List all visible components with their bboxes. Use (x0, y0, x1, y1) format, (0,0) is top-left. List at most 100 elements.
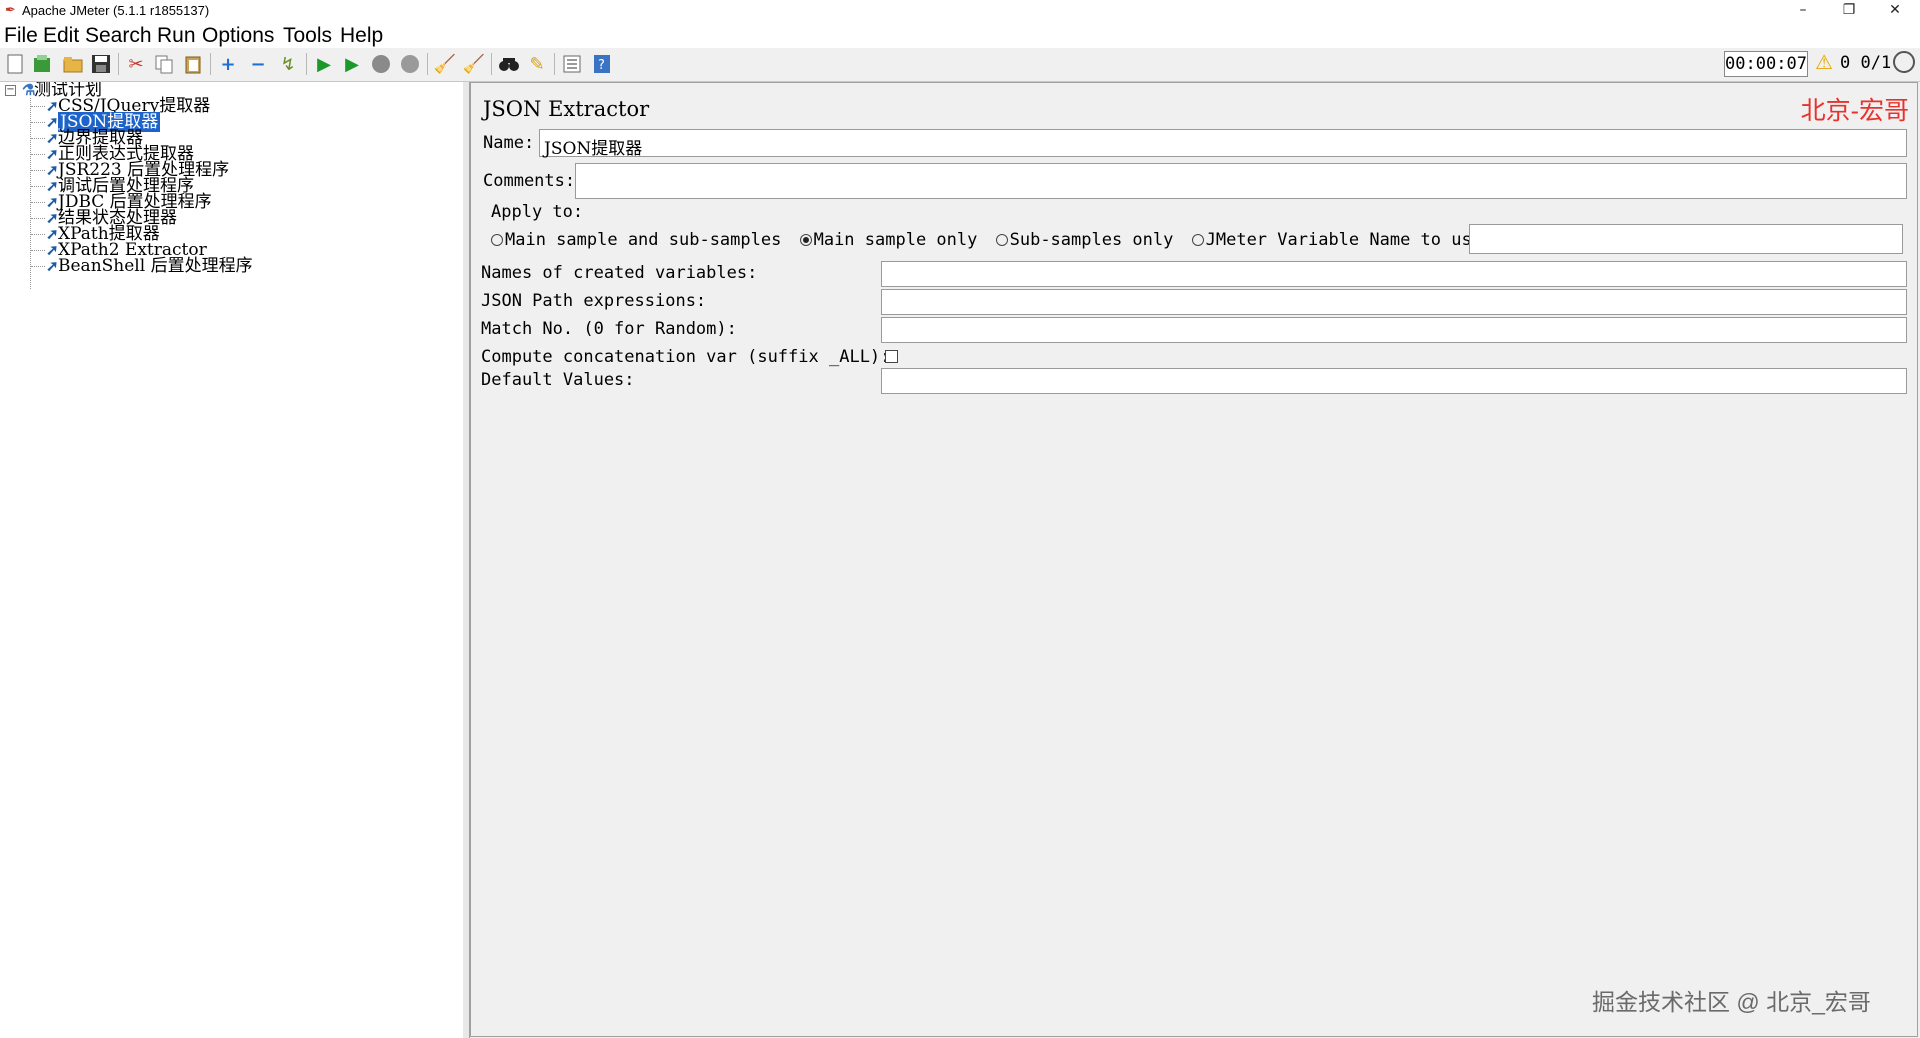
match-no-label: Match No. (0 for Random): (481, 319, 737, 339)
toolbar-separator (491, 53, 492, 75)
tree-guide-line (31, 234, 45, 235)
community-watermark: 掘金技术社区 @ 北京_宏哥 (1592, 989, 1871, 1015)
radio-indicator (995, 234, 1008, 246)
post-processor-icon: ➚ (46, 209, 59, 227)
radio-indicator (1191, 234, 1204, 246)
toolbar-separator (306, 53, 307, 75)
tree-guide-line (31, 106, 45, 107)
cut-icon[interactable]: ✂ (124, 52, 148, 76)
toggle-icon[interactable]: ↯ (276, 52, 300, 76)
collapse-icon[interactable]: − (246, 52, 270, 76)
post-processor-icon: ➚ (46, 97, 59, 115)
warning-count: 0 (1840, 53, 1851, 73)
post-processor-icon: ➚ (46, 257, 59, 275)
tree-guide-line (31, 186, 45, 187)
menu-tools[interactable]: Tools (283, 24, 332, 48)
jmeter-feather-icon: ✒ (5, 3, 16, 18)
shutdown-icon[interactable] (398, 52, 422, 76)
toolbar-separator (210, 53, 211, 75)
menu-run[interactable]: Run (157, 24, 196, 48)
help-icon[interactable]: ? (590, 52, 614, 76)
apply-sub-only-radio[interactable]: Sub-samples only (995, 230, 1173, 250)
reset-search-icon[interactable]: ✎ (525, 52, 549, 76)
names-of-variables-label: Names of created variables: (481, 263, 758, 283)
expand-icon[interactable]: + (216, 52, 240, 76)
function-helper-icon[interactable] (560, 52, 584, 76)
tree-guide-line (31, 202, 45, 203)
test-plan-icon: ⚗ (22, 82, 36, 99)
toolbar-separator (118, 53, 119, 75)
minimize-button[interactable]: – (1780, 0, 1826, 22)
concatenation-checkbox[interactable] (885, 350, 898, 363)
tree-guide-line (31, 218, 45, 219)
radio-indicator (799, 234, 812, 246)
post-processor-icon: ➚ (46, 193, 59, 211)
thread-counts: 0 0/1 (1840, 53, 1891, 73)
remote-globe-icon[interactable] (1893, 51, 1915, 73)
names-of-variables-field[interactable] (881, 261, 1907, 287)
comments-label: Comments: (483, 171, 576, 191)
menu-search[interactable]: Search (85, 24, 152, 48)
default-values-field[interactable] (881, 368, 1907, 394)
start-no-pause-icon[interactable]: ▶ (340, 52, 364, 76)
post-processor-icon: ➚ (46, 145, 59, 163)
clear-all-icon[interactable]: 🧹 (462, 52, 486, 76)
match-no-field[interactable] (881, 317, 1907, 343)
json-extractor-panel: JSON Extractor 北京-宏哥 Name: JSON提取器 Comme… (470, 82, 1918, 1037)
post-processor-icon: ➚ (46, 177, 59, 195)
menu-edit[interactable]: Edit (43, 24, 79, 48)
tree-guide-line (31, 266, 45, 267)
name-field[interactable]: JSON提取器 (539, 129, 1907, 159)
tree-guide-line (31, 154, 45, 155)
apply-variable-radio[interactable]: JMeter Variable Name to use (1191, 230, 1482, 250)
author-watermark: 北京-宏哥 (1800, 97, 1909, 125)
post-processor-icon: ➚ (46, 113, 59, 131)
tree-guide-line (31, 170, 45, 171)
search-icon[interactable] (497, 52, 521, 76)
variable-name-field[interactable] (1469, 224, 1903, 254)
stop-icon[interactable] (369, 52, 393, 76)
comments-field[interactable] (575, 163, 1907, 199)
save-icon[interactable] (89, 52, 113, 76)
start-icon[interactable]: ▶ (312, 52, 336, 76)
templates-icon[interactable] (30, 52, 54, 76)
open-icon[interactable] (61, 52, 85, 76)
new-icon[interactable] (3, 52, 27, 76)
json-path-label: JSON Path expressions: (481, 291, 707, 311)
test-plan-tree[interactable]: − ⚗测试计划 ➚CSS/JQuery提取器 ➚JSON提取器 ➚边界提取器 ➚正则表… (0, 82, 464, 1038)
tree-guide-line (31, 250, 45, 251)
elapsed-timer: 00:00:07 (1724, 51, 1808, 77)
tree-guide-line (31, 138, 45, 139)
clear-icon[interactable]: 🧹 (433, 52, 457, 76)
apply-main-and-sub-radio[interactable]: Main sample and sub-samples (491, 230, 781, 250)
menu-file[interactable]: File (4, 24, 38, 48)
tree-guide-line (30, 98, 31, 289)
close-button[interactable]: ✕ (1872, 0, 1918, 22)
name-label: Name: (483, 133, 535, 153)
apply-main-only-radio[interactable]: Main sample only (799, 230, 977, 250)
apply-to-options: Main sample and sub-samples Main sample … (491, 230, 1482, 250)
warning-icon[interactable]: ⚠ (1815, 50, 1833, 74)
panel-title: JSON Extractor (483, 97, 650, 121)
toolbar: ✂ + − ↯ ▶ ▶ 🧹 🧹 ✎ ? 00:00:07 ⚠ 0 0/1 (0, 48, 1920, 82)
tree-item[interactable]: ➚BeanShell 后置处理程序 (46, 257, 253, 275)
name-field-value: JSON提取器 (544, 139, 643, 159)
radio-indicator (491, 234, 503, 246)
post-processor-icon: ➚ (46, 225, 59, 243)
json-path-field[interactable] (881, 289, 1907, 315)
split-pane-divider[interactable] (463, 82, 470, 1038)
apply-to-label: Apply to: (491, 202, 584, 222)
concatenation-label: Compute concatenation var (suffix _ALL): (481, 347, 891, 367)
window-title: Apache JMeter (5.1.1 r1855137) (22, 3, 210, 18)
toolbar-separator (554, 53, 555, 75)
copy-icon[interactable] (152, 52, 176, 76)
post-processor-icon: ➚ (46, 161, 59, 179)
maximize-button[interactable]: ❐ (1826, 0, 1872, 22)
default-values-label: Default Values: (481, 370, 635, 390)
menu-options[interactable]: Options (202, 24, 274, 48)
active-threads: 0/1 (1860, 53, 1892, 73)
paste-icon[interactable] (181, 52, 205, 76)
menu-bar: File Edit Search Run Options Tools Help (0, 22, 1920, 48)
tree-collapse-toggle[interactable]: − (5, 85, 16, 96)
menu-help[interactable]: Help (340, 24, 383, 48)
